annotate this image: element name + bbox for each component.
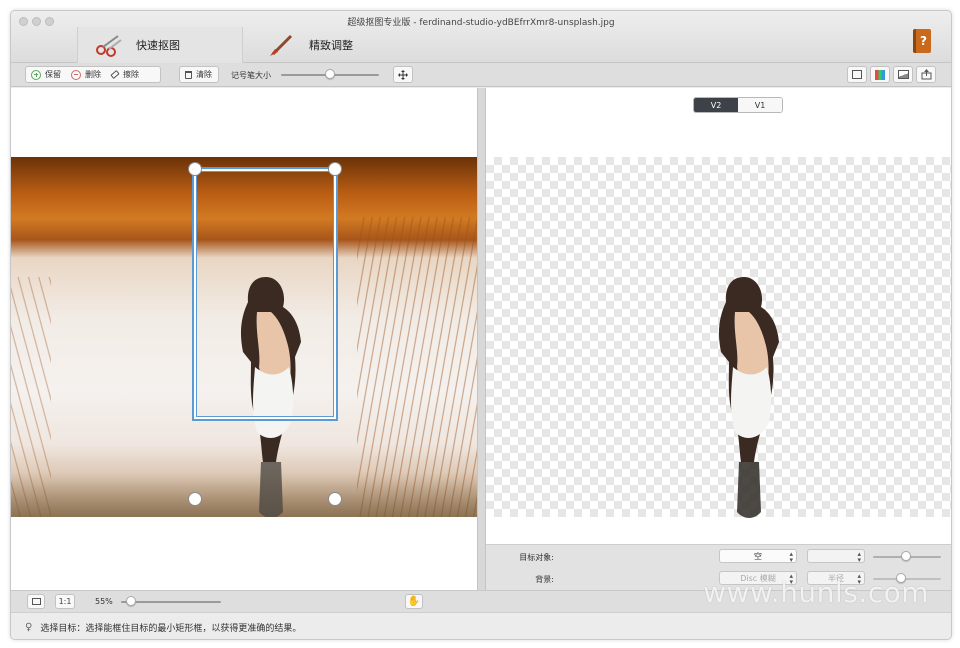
tab-quick-cutout[interactable]: 快速抠图 [77, 27, 243, 63]
toolbar: 保留 删除 擦除 清除 记号笔大小 [11, 63, 951, 87]
export-icon [921, 69, 931, 80]
target-object-select[interactable]: 空 ▴ ▾ [719, 549, 797, 564]
image-icon [897, 70, 909, 79]
brush-mode-group: 保留 删除 擦除 [25, 66, 161, 83]
delete-button[interactable]: 删除 [66, 67, 106, 82]
tab-fine-adjust[interactable]: 精致调整 [251, 27, 411, 63]
result-canvas: V2 V1 [486, 88, 951, 544]
app-window: 超级抠图专业版 - ferdinand-studio-ydBEfrrXmr8-u… [10, 10, 952, 640]
target-object-label: 目标对象: [519, 553, 554, 562]
actual-size-button[interactable]: 1:1 [55, 594, 75, 609]
eraser-icon [110, 70, 120, 79]
source-canvas[interactable] [11, 88, 477, 590]
zoom-slider-knob[interactable] [126, 596, 136, 606]
split-divider[interactable] [477, 88, 486, 590]
keep-button[interactable]: 保留 [26, 67, 66, 82]
clear-label: 清除 [196, 70, 212, 79]
hand-tool-button[interactable]: ✋ [405, 594, 423, 609]
hand-icon: ✋ [407, 596, 421, 607]
selection-handle-top-right[interactable] [328, 162, 342, 176]
scissors-icon [94, 32, 124, 58]
target-extra-select[interactable]: ▴ ▾ [807, 549, 865, 564]
cutout-figure [718, 277, 779, 518]
brush-icon [267, 32, 297, 58]
image-button[interactable] [893, 66, 913, 83]
status-text: 选择目标：选择能框住目标的最小矩形框，以获得更准确的结果。 [40, 623, 302, 634]
lightbulb-icon: ♀ [25, 621, 33, 633]
selection-handle-bottom-left[interactable] [188, 492, 202, 506]
selection-rectangle[interactable] [192, 167, 338, 421]
target-object-value: 空 [754, 551, 762, 561]
selection-handle-bottom-right[interactable] [328, 492, 342, 506]
keep-label: 保留 [45, 70, 61, 79]
plus-circle-icon [31, 69, 41, 80]
title-bar: 超级抠图专业版 - ferdinand-studio-ydBEfrrXmr8-u… [11, 11, 951, 63]
stepper-arrows-icon: ▴ ▾ [857, 550, 861, 564]
fit-screen-button[interactable] [27, 594, 45, 609]
clear-button[interactable]: 清除 [179, 66, 219, 83]
brush-size-label: 记号笔大小 [231, 71, 271, 80]
watermark: www.hunls.com [703, 576, 929, 609]
color-palette-icon [875, 69, 885, 80]
target-slider-knob[interactable] [901, 551, 911, 561]
fit-view-button[interactable] [847, 66, 867, 83]
zoom-slider[interactable] [121, 601, 221, 603]
brush-size-slider-knob[interactable] [325, 69, 335, 79]
transparency-checkerboard [486, 157, 951, 518]
version-v2-button[interactable]: V2 [694, 98, 738, 112]
erase-button[interactable]: 擦除 [106, 67, 144, 82]
tab-quick-cutout-label: 快速抠图 [136, 39, 180, 52]
delete-label: 删除 [85, 70, 101, 79]
background-label: 背景: [535, 575, 554, 584]
move-arrows-icon [398, 69, 408, 80]
color-palette-button[interactable] [870, 66, 890, 83]
erase-label: 擦除 [123, 70, 139, 79]
version-v1-button[interactable]: V1 [738, 98, 782, 112]
selection-handle-top-left[interactable] [188, 162, 202, 176]
export-button[interactable] [916, 66, 936, 83]
status-bar: ♀ 选择目标：选择能框住目标的最小矩形框，以获得更准确的结果。 [11, 612, 951, 639]
tab-fine-adjust-label: 精致调整 [309, 39, 353, 52]
help-book-icon[interactable]: ? [913, 29, 931, 53]
minus-circle-icon [71, 69, 81, 80]
version-toggle: V2 V1 [693, 97, 783, 113]
zoom-level: 55% [95, 597, 113, 606]
fit-screen-icon [31, 598, 41, 605]
fit-view-icon [852, 70, 862, 79]
trash-icon [185, 70, 192, 79]
actual-size-label: 1:1 [58, 597, 72, 606]
stepper-arrows-icon: ▴ ▾ [789, 550, 793, 564]
move-tool-button[interactable] [393, 66, 413, 83]
